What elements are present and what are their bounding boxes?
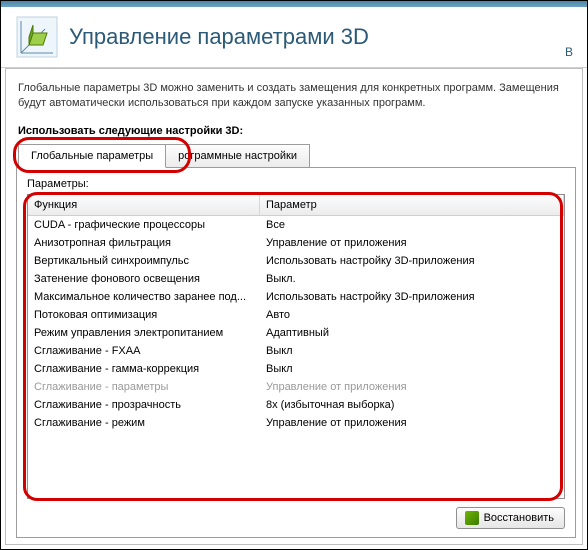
cell-parameter: 8x (избыточная выборка) [260, 399, 564, 411]
restore-button[interactable]: Восстановить [456, 507, 565, 529]
cell-function: Максимальное количество заранее под... [28, 291, 260, 303]
table-row[interactable]: Вертикальный синхроимпульсИспользовать н… [28, 252, 564, 270]
tab-global[interactable]: Глобальные параметры [18, 144, 166, 168]
description-text: Глобальные параметры 3D можно заменить и… [18, 81, 576, 111]
cell-function: Анизотропная фильтрация [28, 237, 260, 249]
cell-parameter: Авто [260, 309, 564, 321]
table-row[interactable]: Максимальное количество заранее под...Ис… [28, 288, 564, 306]
cell-parameter: Все [260, 219, 564, 231]
cell-parameter: Управление от приложения [260, 417, 564, 429]
header-right-text: В [565, 45, 573, 59]
table-row[interactable]: Сглаживание - FXAAВыкл [28, 342, 564, 360]
cell-function: Сглаживание - режим [28, 417, 260, 429]
table-row[interactable]: CUDA - графические процессорыВсе [28, 216, 564, 234]
cell-function: CUDA - графические процессоры [28, 219, 260, 231]
section-label: Использовать следующие настройки 3D: [18, 125, 576, 137]
nvidia-icon [465, 511, 479, 525]
tab-global-label: Глобальные параметры [31, 150, 153, 162]
header: Управление параметрами 3D В [1, 7, 587, 68]
cell-parameter: Выкл [260, 363, 564, 375]
cell-function: Сглаживание - FXAA [28, 345, 260, 357]
table-row[interactable]: Анизотропная фильтрацияУправление от при… [28, 234, 564, 252]
table-row[interactable]: Потоковая оптимизацияАвто [28, 306, 564, 324]
cell-function: Режим управления электропитанием [28, 327, 260, 339]
restore-button-label: Восстановить [484, 512, 554, 524]
table-header: Функция Параметр [28, 195, 564, 216]
footer: Восстановить [27, 499, 565, 529]
cell-function: Потоковая оптимизация [28, 309, 260, 321]
cell-parameter: Выкл. [260, 273, 564, 285]
header-3d-icon [15, 15, 59, 59]
table-row[interactable]: Сглаживание - прозрачность8x (избыточная… [28, 396, 564, 414]
cell-parameter: Управление от приложения [260, 381, 564, 393]
params-table: Функция Параметр CUDA - графические проц… [27, 194, 565, 499]
tab-program-label: рограммные настройки [178, 150, 297, 162]
tabs: Глобальные параметры рограммные настройк… [18, 143, 576, 167]
table-row[interactable]: Затенение фонового освещенияВыкл. [28, 270, 564, 288]
table-row[interactable]: Сглаживание - режимУправление от приложе… [28, 414, 564, 432]
params-label: Параметры: [27, 178, 565, 190]
column-header-parameter[interactable]: Параметр [260, 195, 564, 215]
table-wrap: Функция Параметр CUDA - графические проц… [27, 194, 565, 499]
cell-function: Сглаживание - прозрачность [28, 399, 260, 411]
table-body[interactable]: CUDA - графические процессорыВсеАнизотро… [28, 216, 564, 498]
table-row[interactable]: Сглаживание - гамма-коррекцияВыкл [28, 360, 564, 378]
body-panel: Глобальные параметры 3D можно заменить и… [5, 68, 583, 545]
cell-parameter: Выкл [260, 345, 564, 357]
cell-parameter: Использовать настройку 3D-приложения [260, 255, 564, 267]
tab-content: Параметры: Функция Параметр CUDA - графи… [16, 167, 576, 538]
cell-function: Затенение фонового освещения [28, 273, 260, 285]
tab-program[interactable]: рограммные настройки [165, 144, 310, 168]
column-header-function[interactable]: Функция [28, 195, 260, 215]
table-row[interactable]: Режим управления электропитаниемАдаптивн… [28, 324, 564, 342]
table-row[interactable]: Сглаживание - параметрыУправление от при… [28, 378, 564, 396]
cell-parameter: Использовать настройку 3D-приложения [260, 291, 564, 303]
settings-window: Управление параметрами 3D В Глобальные п… [1, 1, 587, 549]
cell-parameter: Адаптивный [260, 327, 564, 339]
cell-function: Сглаживание - параметры [28, 381, 260, 393]
cell-function: Вертикальный синхроимпульс [28, 255, 260, 267]
cell-function: Сглаживание - гамма-коррекция [28, 363, 260, 375]
cell-parameter: Управление от приложения [260, 237, 564, 249]
page-title: Управление параметрами 3D [69, 24, 565, 50]
